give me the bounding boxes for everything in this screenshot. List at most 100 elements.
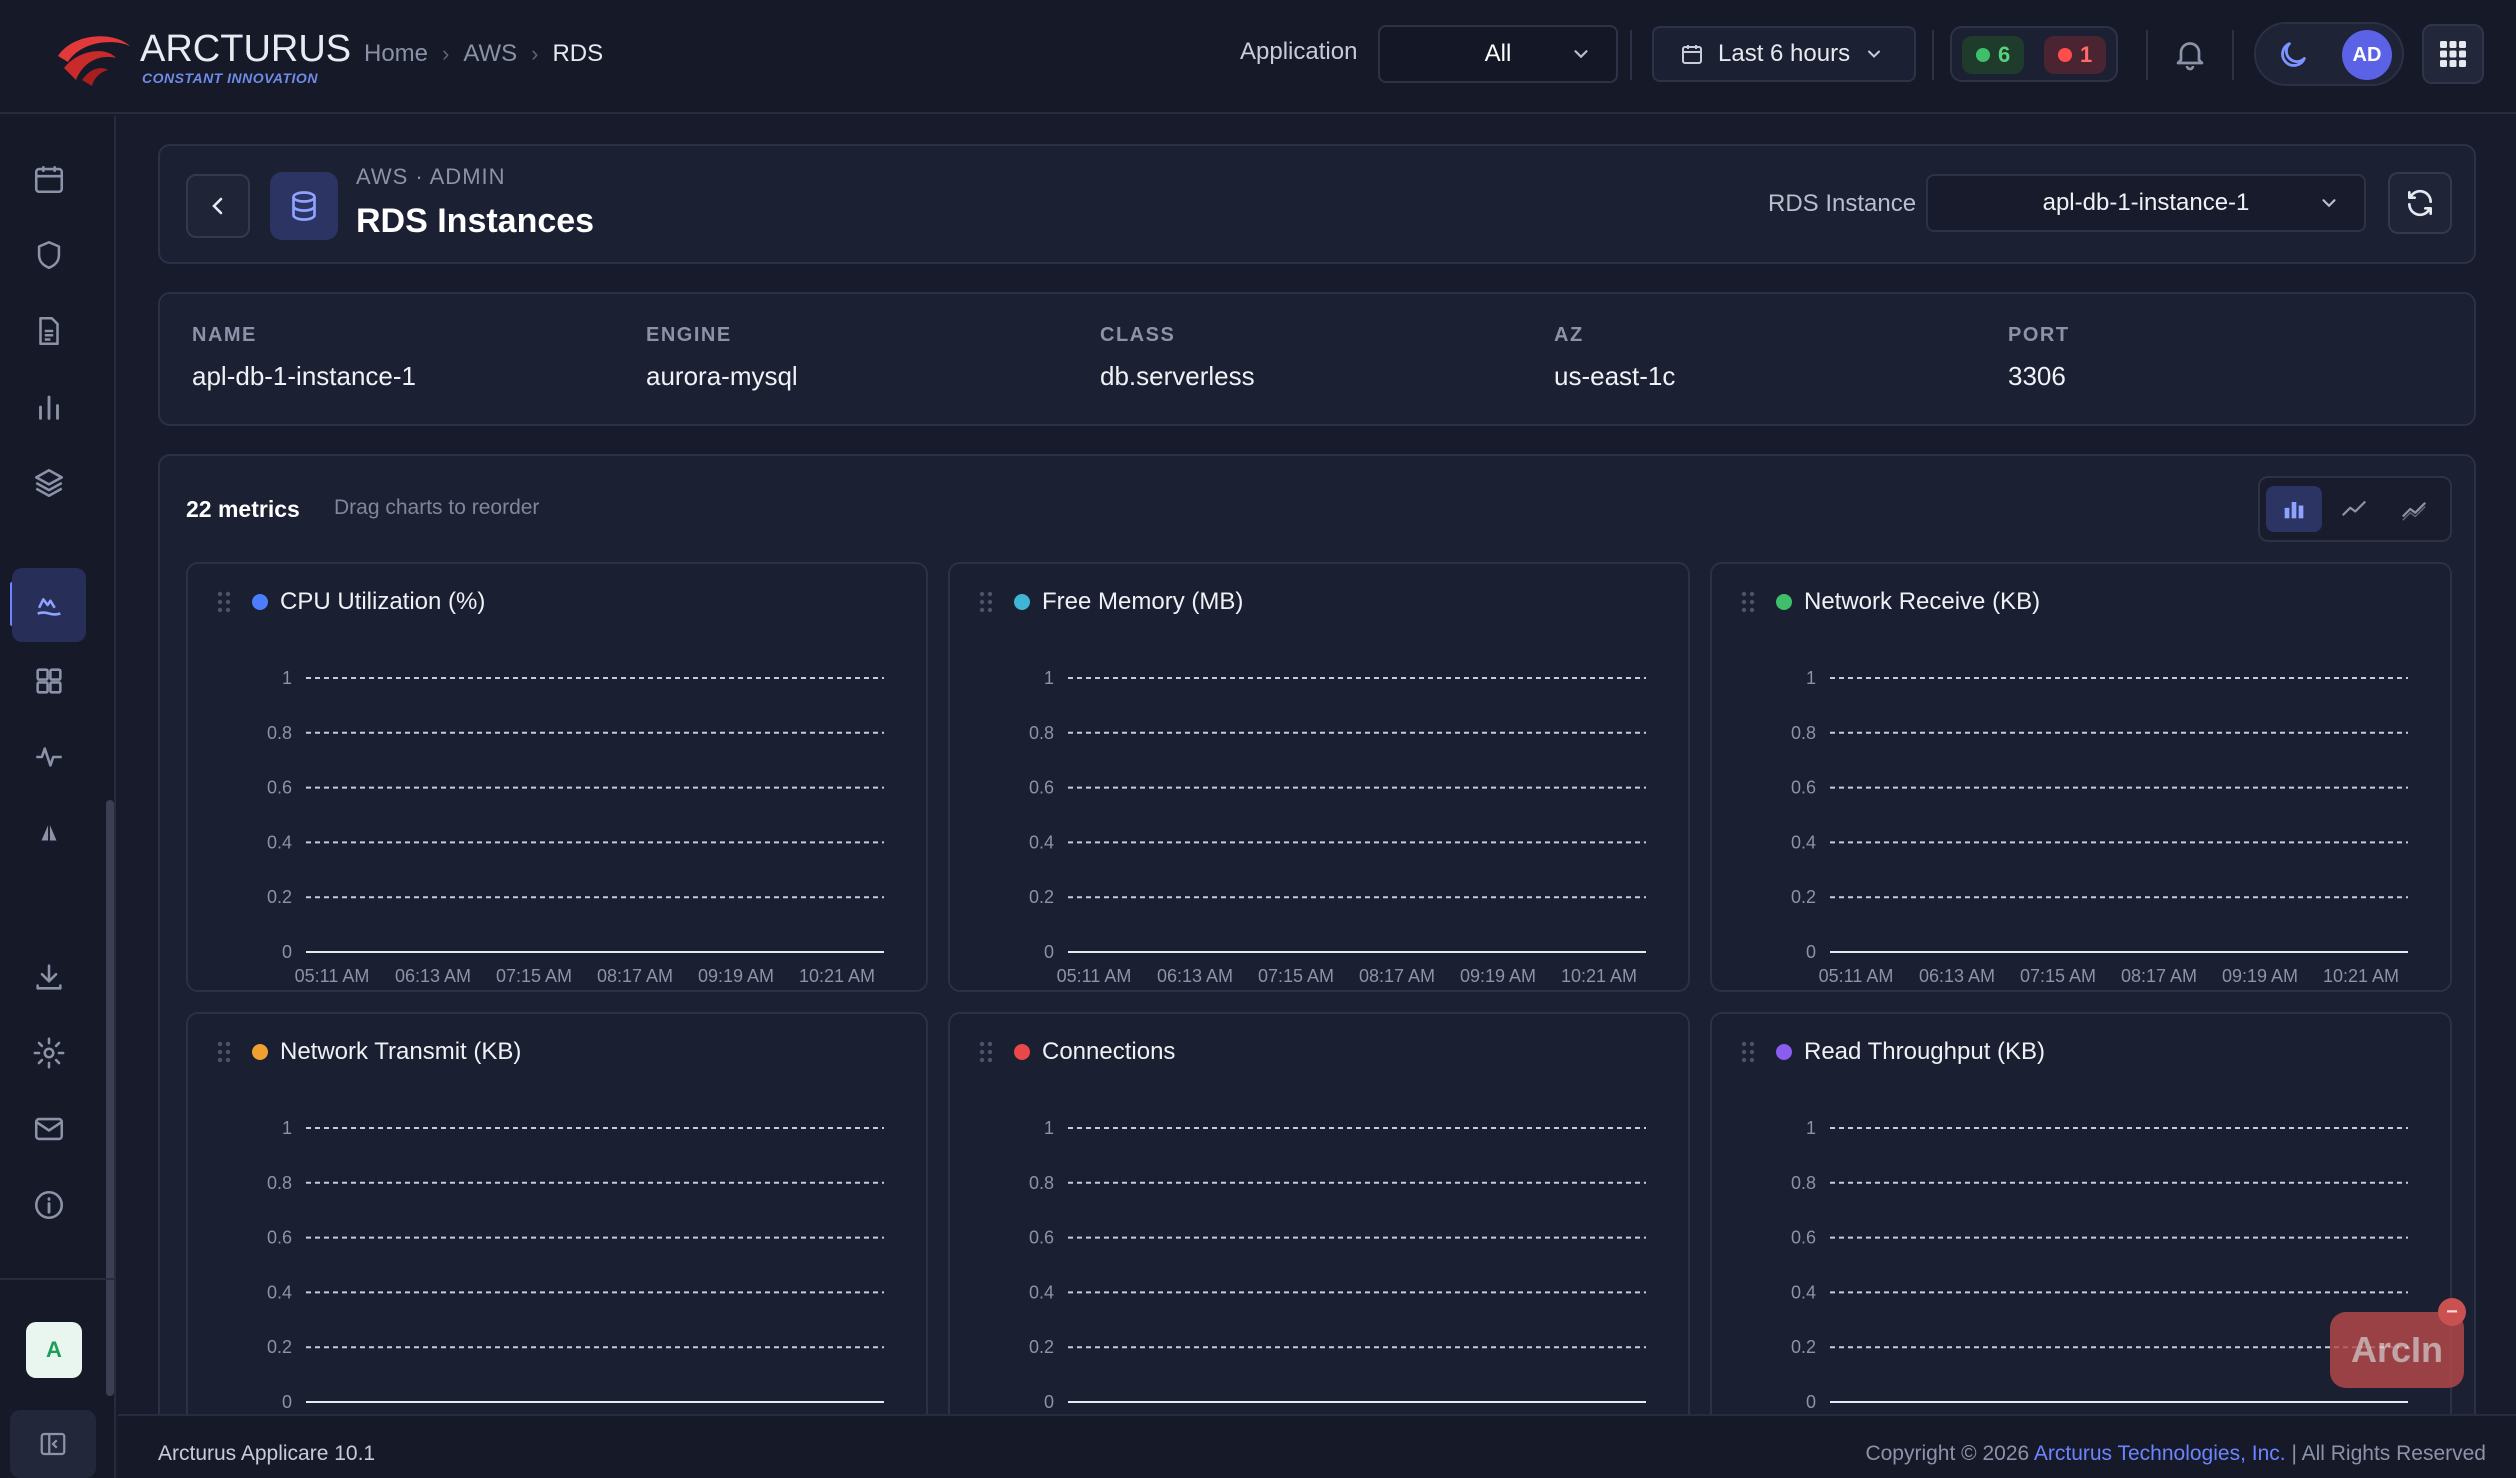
status-ok-badge[interactable]: 6 xyxy=(1962,36,2025,74)
sidebar-item-rds[interactable] xyxy=(12,568,86,642)
chart-card[interactable]: CPU Utilization (%) 1 0.8 0.6 0.4 0.2 0 05:11 A… xyxy=(186,562,928,992)
y-tick-label: 0.6 xyxy=(1791,1228,1816,1248)
refresh-button[interactable] xyxy=(2388,172,2452,234)
series-color-dot xyxy=(1776,1044,1792,1060)
divider xyxy=(0,1278,114,1280)
rds-instance-value: apl-db-1-instance-1 xyxy=(2042,189,2250,216)
status-summary[interactable]: 6 1 xyxy=(1950,26,2118,82)
bell-icon[interactable] xyxy=(2172,36,2208,72)
database-cloud-icon xyxy=(37,598,61,616)
breadcrumb-aws[interactable]: AWS xyxy=(463,40,517,68)
sidebar-item-security[interactable] xyxy=(12,218,86,292)
app-switcher[interactable]: A xyxy=(26,1322,82,1378)
x-tick-label: 05:11 AM xyxy=(295,966,370,986)
chart-plot: 10.80.60.40.2005:11 AM06:13 AM07:15 AM08… xyxy=(1791,1118,2408,1436)
breadcrumb-home[interactable]: Home xyxy=(364,40,428,68)
y-tick-label: 0.2 xyxy=(267,1337,292,1357)
chart-card[interactable]: Network Transmit (KB)10.80.60.40.2005:11… xyxy=(186,1012,928,1442)
chevron-down-icon xyxy=(1868,50,1881,58)
collapse-sidebar-button[interactable] xyxy=(10,1410,96,1478)
sidebar-item-dashboards[interactable] xyxy=(12,644,86,718)
company-link[interactable]: Arcturus Technologies, Inc. xyxy=(2034,1442,2286,1465)
y-tick-label: 0.4 xyxy=(1791,832,1816,852)
drag-handle-icon[interactable] xyxy=(1738,1038,1760,1066)
sidebar-item-info[interactable] xyxy=(12,1168,86,1242)
minimize-icon[interactable]: − xyxy=(2438,1298,2466,1326)
shield-icon xyxy=(37,240,61,270)
calendar-icon xyxy=(34,166,64,194)
detail-value: apl-db-1-instance-1 xyxy=(192,361,417,391)
chart-card[interactable]: Connections10.80.60.40.2005:11 AM06:13 A… xyxy=(948,1012,1690,1442)
settings-icon xyxy=(33,1037,65,1069)
chart-title: Network Receive (KB) xyxy=(1804,588,2041,615)
y-tick-label: 1 xyxy=(1044,668,1054,688)
metrics-count: 22 metrics xyxy=(186,496,300,522)
sidebar-item-monitoring[interactable] xyxy=(12,720,86,794)
y-tick-label: 0 xyxy=(1044,942,1054,962)
chart-card[interactable]: Network Receive (KB) 1 0.8 0.6 0.4 0.2 0 05:11 … xyxy=(1710,562,2452,992)
x-tick-label: 06:13 AM xyxy=(1157,966,1233,986)
drag-handle-icon[interactable] xyxy=(1738,588,1760,616)
y-tick-label: 1 xyxy=(282,668,292,688)
x-tick-label: 09:19 AM xyxy=(2222,966,2298,986)
chart-title: Free Memory (MB) xyxy=(1042,588,1244,615)
time-range-select[interactable]: Last 6 hours xyxy=(1652,26,1916,82)
sail-icon xyxy=(41,823,57,841)
x-tick-label: 10:21 AM xyxy=(2323,966,2399,986)
avatar[interactable]: AD xyxy=(2342,30,2392,80)
view-line-button[interactable] xyxy=(2326,486,2382,532)
sidebar-scrollbar[interactable] xyxy=(106,800,114,1396)
rds-instance-select[interactable]: apl-db-1-instance-1 xyxy=(1926,174,2366,232)
drag-handle-icon[interactable] xyxy=(214,1038,236,1066)
back-button[interactable] xyxy=(186,174,250,238)
sidebar-item-layers[interactable] xyxy=(12,446,86,520)
sidebar: A xyxy=(0,116,116,1478)
chart-card[interactable]: Free Memory (MB) 1 0.8 0.6 0.4 0.2 0 05:11 AM 06… xyxy=(948,562,1690,992)
sidebar-item-documents[interactable] xyxy=(12,294,86,368)
pulse-icon xyxy=(36,747,62,767)
line-chart-icon xyxy=(2341,500,2367,517)
detail-port: PORT 3306 xyxy=(2008,324,2070,392)
detail-az: AZ us-east-1c xyxy=(1554,324,1675,392)
y-tick-label: 1 xyxy=(1044,1118,1054,1138)
y-tick-label: 0.4 xyxy=(267,832,292,852)
copyright-suffix: | All Rights Reserved xyxy=(2291,1442,2486,1465)
info-icon xyxy=(34,1190,64,1220)
drag-handle-icon[interactable] xyxy=(976,588,998,616)
time-range-value: Last 6 hours xyxy=(1718,40,1851,67)
status-error-count: 1 xyxy=(2080,42,2093,67)
status-ok-count: 6 xyxy=(1998,42,2011,67)
sidebar-item-sail[interactable] xyxy=(12,796,86,870)
application-select[interactable]: All xyxy=(1378,25,1618,83)
series-color-dot xyxy=(252,594,268,610)
x-tick-label: 09:19 AM xyxy=(698,966,774,986)
drag-handle-icon[interactable] xyxy=(976,1038,998,1066)
x-tick-label: 10:21 AM xyxy=(1561,966,1637,986)
rds-instance-label: RDS Instance xyxy=(1768,190,1917,217)
apps-grid-icon xyxy=(2440,41,2466,67)
view-area-button[interactable] xyxy=(2386,486,2442,532)
apps-grid-button[interactable] xyxy=(2422,24,2484,84)
detail-label: PORT xyxy=(2008,324,2070,346)
sidebar-item-settings[interactable] xyxy=(12,1016,86,1090)
detail-value: db.serverless xyxy=(1100,361,1255,391)
sidebar-item-calendar[interactable] xyxy=(12,142,86,216)
drag-handle-icon[interactable] xyxy=(214,588,236,616)
x-tick-label: 05:11 AM xyxy=(1819,966,1894,986)
sidebar-item-reports[interactable] xyxy=(12,370,86,444)
brand-logo[interactable]: ARCTURUS CONSTANT INNOVATION xyxy=(54,24,351,90)
x-tick-label: 06:13 AM xyxy=(395,966,471,986)
detail-value: 3306 xyxy=(2008,361,2066,391)
database-icon xyxy=(292,191,316,221)
moon-icon[interactable] xyxy=(2276,38,2310,72)
sidebar-item-mail[interactable] xyxy=(12,1092,86,1166)
chart-plot: 10.80.60.40.2005:11 AM06:13 AM07:15 AM08… xyxy=(267,668,884,986)
download-icon xyxy=(36,964,62,990)
view-bar-button[interactable] xyxy=(2266,486,2322,532)
chevron-right-icon: › xyxy=(531,41,539,66)
y-tick-label: 0.4 xyxy=(1029,832,1054,852)
mail-icon xyxy=(34,1117,64,1141)
sidebar-item-downloads[interactable] xyxy=(12,940,86,1014)
status-error-badge[interactable]: 1 xyxy=(2044,36,2107,74)
metrics-panel: 22 metrics Drag charts to reorder CPU Ut… xyxy=(158,454,2476,1454)
